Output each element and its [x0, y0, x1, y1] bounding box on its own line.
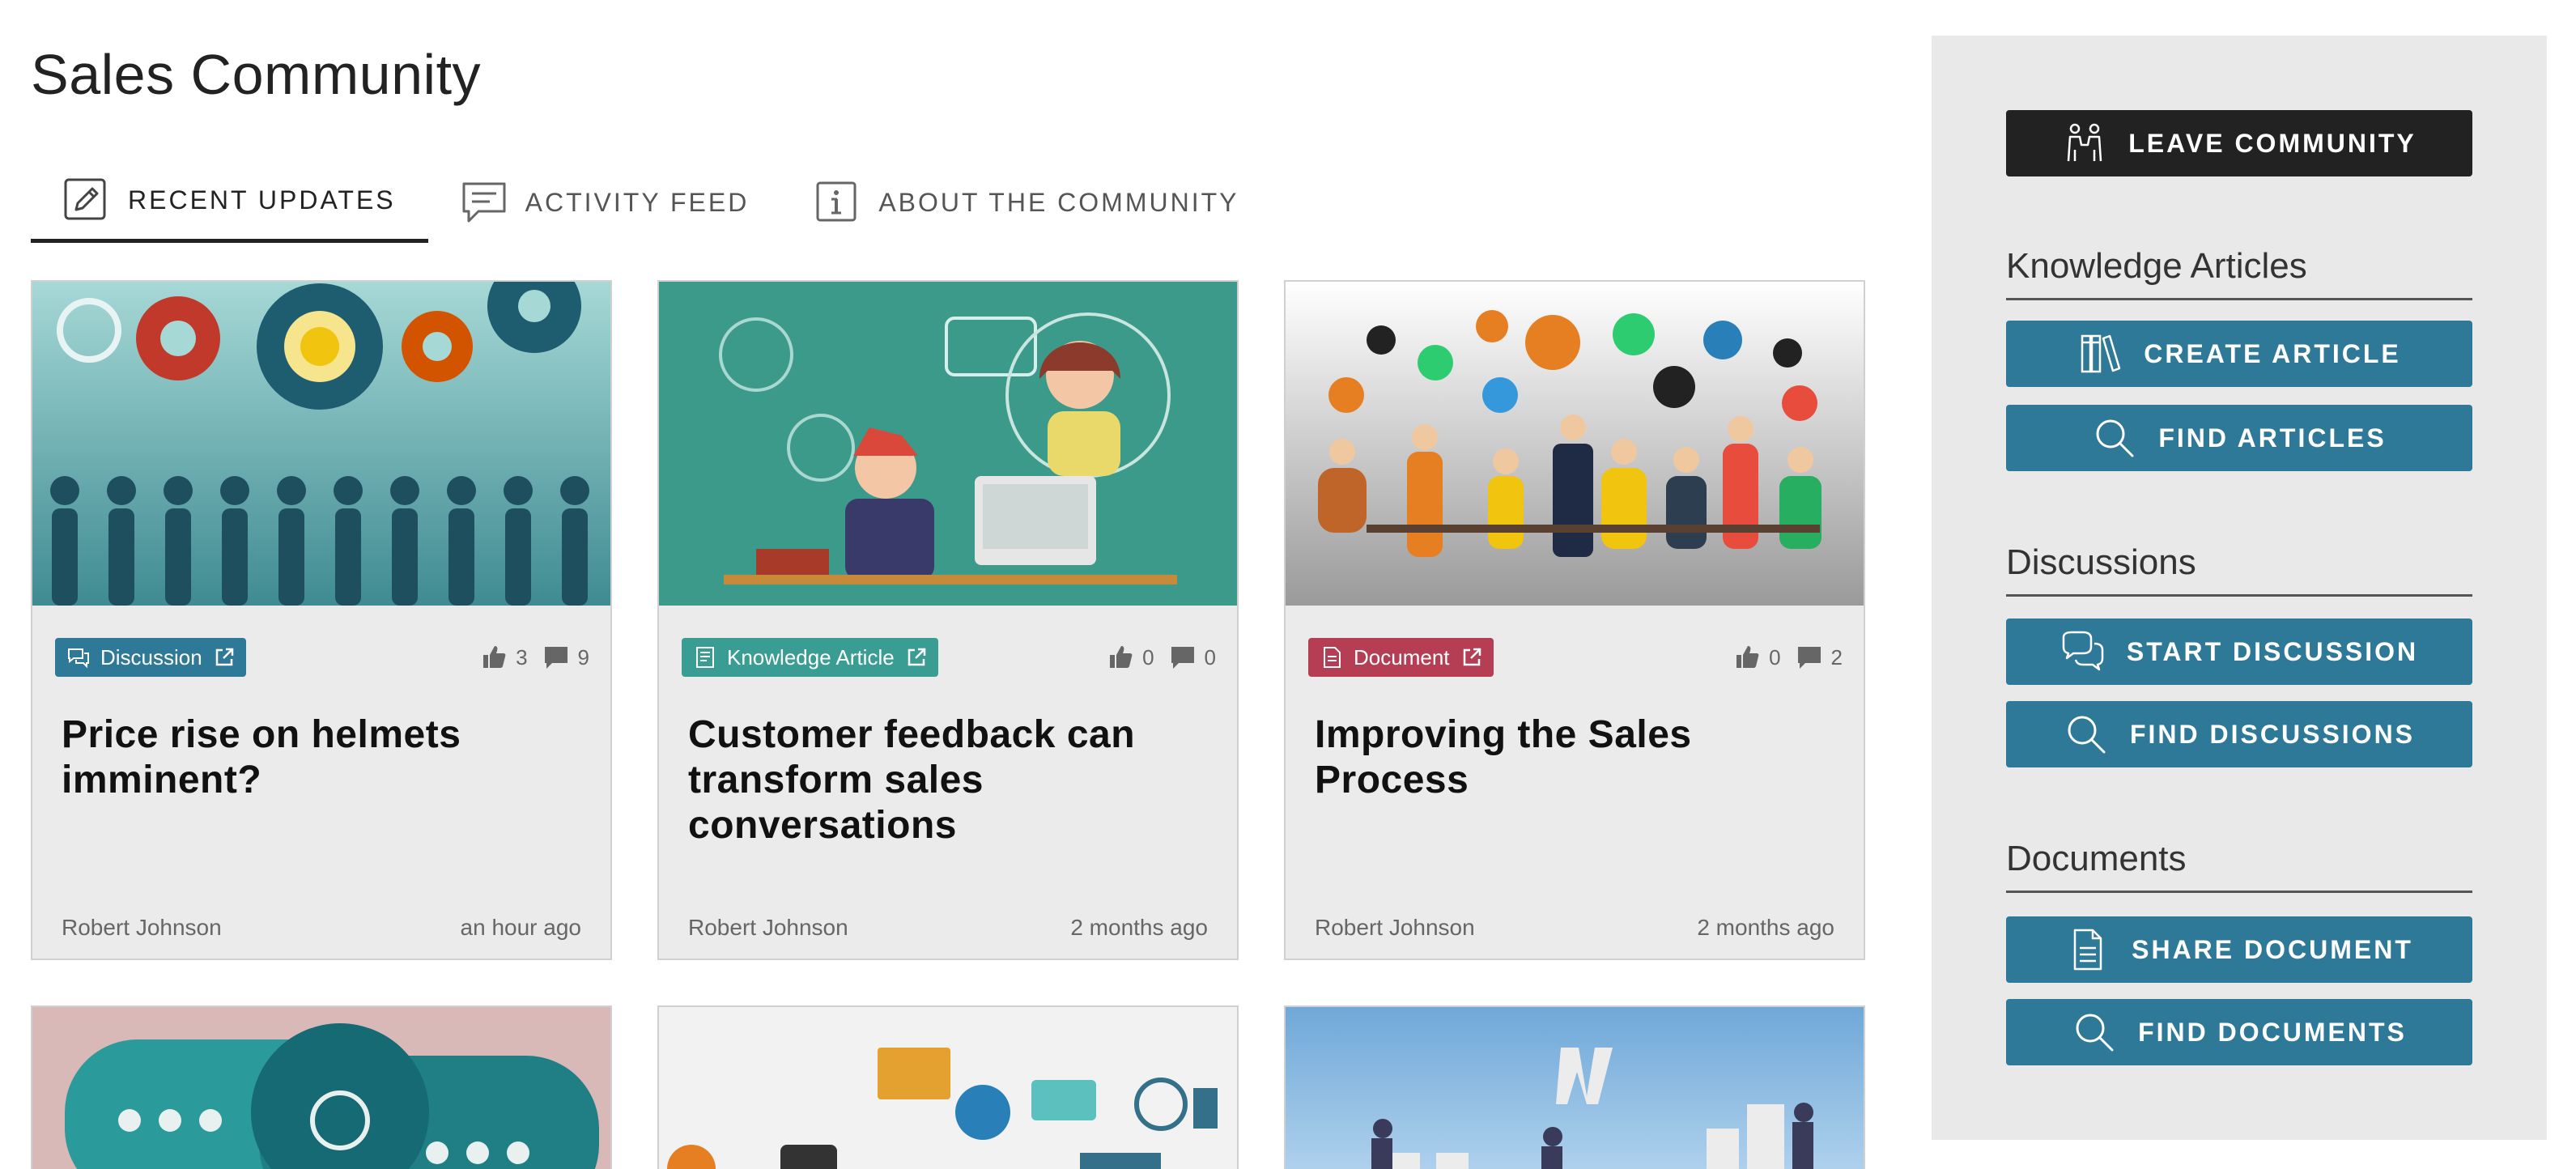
- find-discussions-button[interactable]: FIND DISCUSSIONS: [2006, 701, 2472, 767]
- card-thumbnail: [1286, 1007, 1864, 1169]
- comment-count-icon: [1797, 647, 1821, 669]
- start-discussion-button[interactable]: START DISCUSSION: [2006, 619, 2472, 685]
- card-author: Robert Johnson: [688, 915, 848, 940]
- external-link-icon: [1463, 648, 1481, 666]
- chat-bubbles-icon: [2062, 631, 2104, 671]
- update-card[interactable]: [31, 1005, 612, 1169]
- badge-label: Knowledge Article: [727, 644, 895, 670]
- tab-about-community[interactable]: ABOUT THE COMMUNITY: [781, 162, 1271, 243]
- comment-icon: [461, 179, 508, 226]
- content-type-badge[interactable]: Knowledge Article: [682, 638, 938, 677]
- card-stats: 0 0: [1092, 641, 1216, 674]
- books-icon: [2081, 334, 2121, 373]
- tab-activity-feed[interactable]: ACTIVITY FEED: [428, 162, 782, 243]
- discussion-icon: [68, 648, 89, 669]
- content-type-badge[interactable]: Document: [1308, 638, 1494, 677]
- search-icon: [2096, 419, 2134, 457]
- find-articles-button[interactable]: FIND ARTICLES: [2006, 405, 2472, 471]
- update-card[interactable]: [657, 1005, 1239, 1169]
- card-title[interactable]: Price rise on helmets imminent?: [62, 712, 580, 803]
- tab-bar: RECENT UPDATES ACTIVITY FEED ABOUT THE C…: [31, 162, 1271, 244]
- thumbs-up-icon: [1110, 646, 1133, 668]
- search-icon: [2076, 1014, 2114, 1052]
- group-icon: [2067, 123, 2102, 162]
- comment-count: 9: [577, 644, 589, 670]
- tab-label: ACTIVITY FEED: [525, 187, 750, 217]
- community-sidebar: LEAVE COMMUNITY Knowledge Articles CREAT…: [1932, 36, 2547, 1140]
- badge-label: Document: [1354, 644, 1450, 670]
- create-article-button[interactable]: CREATE ARTICLE: [2006, 321, 2472, 387]
- comment-count: 2: [1830, 644, 1843, 670]
- tab-recent-updates[interactable]: RECENT UPDATES: [31, 162, 428, 243]
- edit-icon: [63, 177, 110, 224]
- content-type-badge[interactable]: Discussion: [55, 638, 246, 677]
- like-count: 0: [1769, 644, 1781, 670]
- thumbs-up-icon: [483, 646, 506, 668]
- section-heading-knowledge-articles: Knowledge Articles: [2006, 246, 2472, 300]
- button-label: FIND DOCUMENTS: [2138, 1017, 2407, 1047]
- like-count: 3: [516, 644, 528, 670]
- button-label: SHARE DOCUMENT: [2132, 934, 2413, 964]
- tab-label: ABOUT THE COMMUNITY: [878, 187, 1239, 217]
- button-label: CREATE ARTICLE: [2144, 338, 2401, 368]
- update-card[interactable]: Discussion 3 9 Price rise on helmets imm…: [31, 280, 612, 960]
- card-thumbnail: [32, 1007, 610, 1169]
- card-stats: 3 9: [465, 641, 589, 674]
- section-heading-discussions: Discussions: [2006, 542, 2472, 597]
- external-link-icon: [215, 648, 233, 666]
- page: Sales Community RECENT UPDATES ACTIVITY …: [0, 0, 2576, 1169]
- comment-count-icon: [544, 647, 567, 669]
- comment-count: 0: [1204, 644, 1216, 670]
- like-count: 0: [1142, 644, 1154, 670]
- card-title[interactable]: Improving the Sales Process: [1315, 712, 1833, 803]
- card-thumbnail: [659, 282, 1237, 606]
- card-author: Robert Johnson: [62, 915, 222, 940]
- article-icon: [696, 647, 714, 668]
- leave-community-button[interactable]: LEAVE COMMUNITY: [2006, 110, 2472, 176]
- button-label: FIND ARTICLES: [2158, 423, 2387, 453]
- button-label: START DISCUSSION: [2126, 636, 2419, 666]
- card-timestamp: an hour ago: [460, 915, 581, 940]
- page-title: Sales Community: [31, 43, 482, 106]
- card-author: Robert Johnson: [1315, 915, 1475, 940]
- thumbs-up-icon: [1736, 646, 1759, 668]
- info-icon: [814, 179, 861, 226]
- card-title[interactable]: Customer feedback can transform sales co…: [688, 712, 1206, 848]
- card-timestamp: 2 months ago: [1697, 915, 1834, 940]
- card-stats: 0 2: [1719, 641, 1843, 674]
- share-document-button[interactable]: SHARE DOCUMENT: [2006, 916, 2472, 983]
- comment-count-icon: [1171, 647, 1194, 669]
- document-icon: [1324, 647, 1341, 668]
- document-icon: [2073, 929, 2102, 971]
- search-icon: [2068, 716, 2106, 754]
- update-card[interactable]: [1284, 1005, 1865, 1169]
- card-timestamp: 2 months ago: [1070, 915, 1208, 940]
- tab-label: RECENT UPDATES: [128, 185, 396, 215]
- card-thumbnail: [32, 282, 610, 606]
- badge-label: Discussion: [100, 644, 202, 670]
- card-thumbnail: [659, 1007, 1237, 1169]
- external-link-icon: [908, 648, 925, 666]
- button-label: LEAVE COMMUNITY: [2128, 128, 2417, 158]
- section-heading-documents: Documents: [2006, 839, 2472, 893]
- button-label: FIND DISCUSSIONS: [2129, 719, 2416, 749]
- card-thumbnail: [1286, 282, 1864, 606]
- find-documents-button[interactable]: FIND DOCUMENTS: [2006, 999, 2472, 1065]
- update-card[interactable]: Document 0 2 Improving the Sales Process…: [1284, 280, 1865, 960]
- update-card[interactable]: Knowledge Article 0 0 Customer feedback …: [657, 280, 1239, 960]
